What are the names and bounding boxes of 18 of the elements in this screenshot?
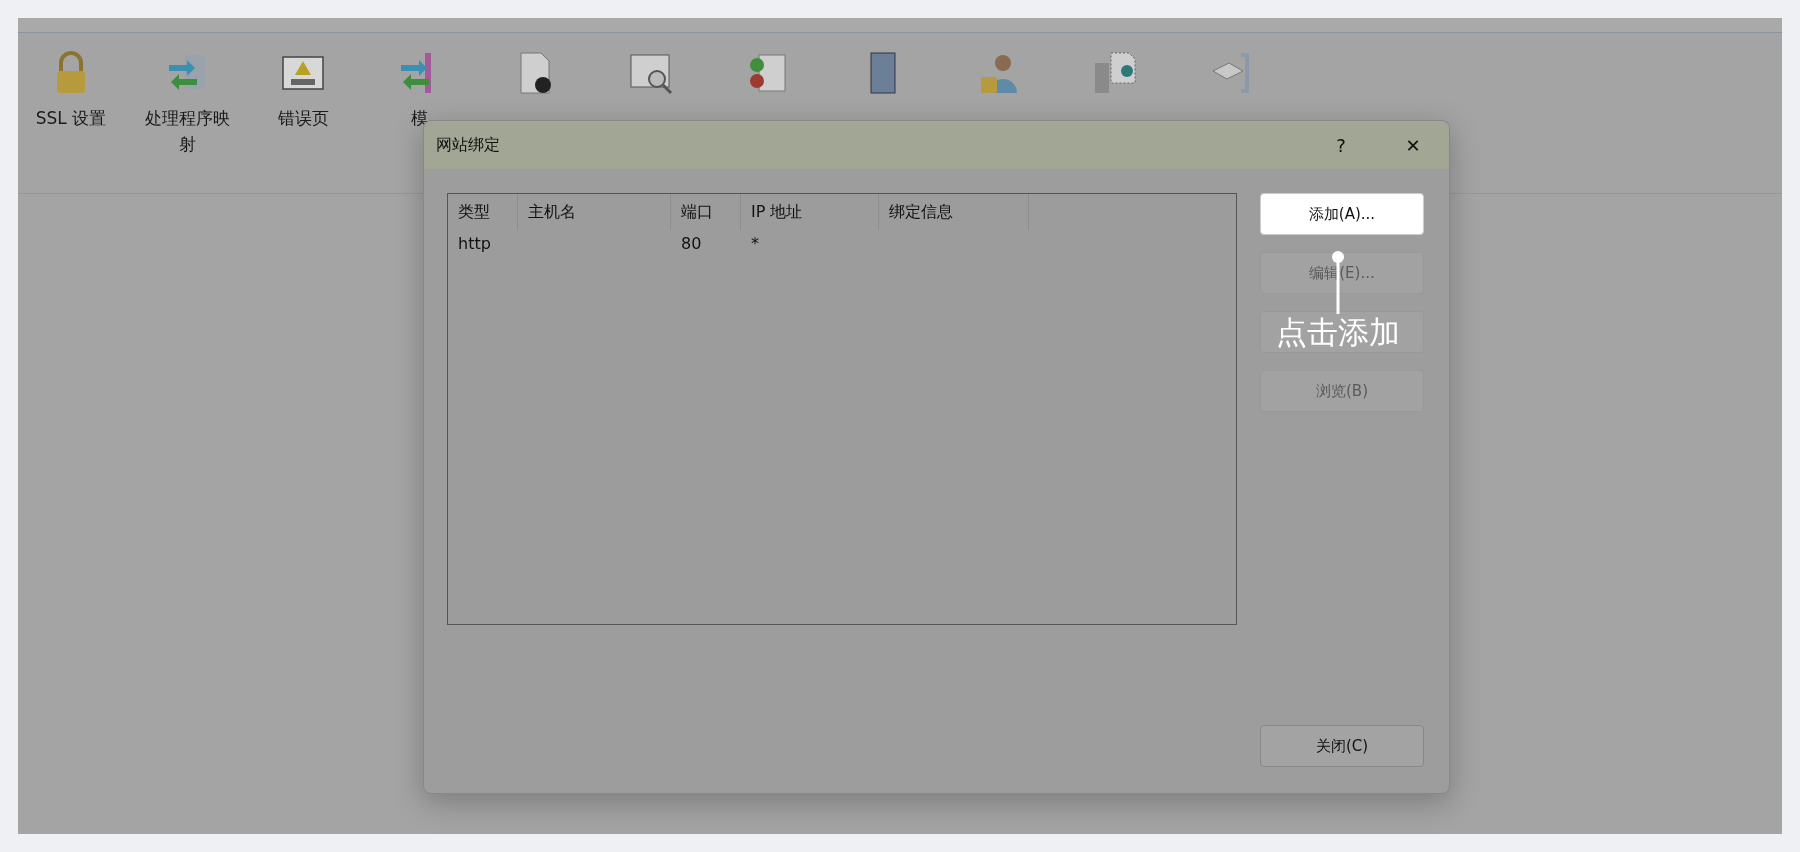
window-title: 网站绑定 bbox=[436, 134, 501, 156]
table-cell: 80 bbox=[681, 234, 702, 253]
callout-text: 点击添加 bbox=[1276, 313, 1400, 352]
toolbar-label: 错误页 bbox=[276, 107, 330, 130]
dialog-button[interactable]: 添加(A)... bbox=[1260, 193, 1424, 235]
column-header[interactable]: IP 地址 bbox=[741, 194, 879, 230]
column-header[interactable]: 绑定信息 bbox=[879, 194, 1029, 230]
column-header[interactable]: 主机名 bbox=[518, 194, 671, 230]
table-cell: * bbox=[751, 234, 759, 253]
help-button[interactable]: ? bbox=[1305, 125, 1377, 165]
toolbar-label: SSL 设置 bbox=[34, 107, 108, 130]
toolbar-label: 模 bbox=[409, 107, 429, 130]
column-header[interactable]: 端口 bbox=[671, 194, 741, 230]
toolbar-label: 处理程序映射 bbox=[143, 107, 231, 156]
close-button[interactable]: ✕ bbox=[1377, 125, 1449, 165]
column-header[interactable]: 类型 bbox=[448, 194, 518, 230]
close-dialog-button[interactable]: 关闭(C) bbox=[1260, 725, 1424, 767]
table-cell: http bbox=[458, 234, 491, 253]
